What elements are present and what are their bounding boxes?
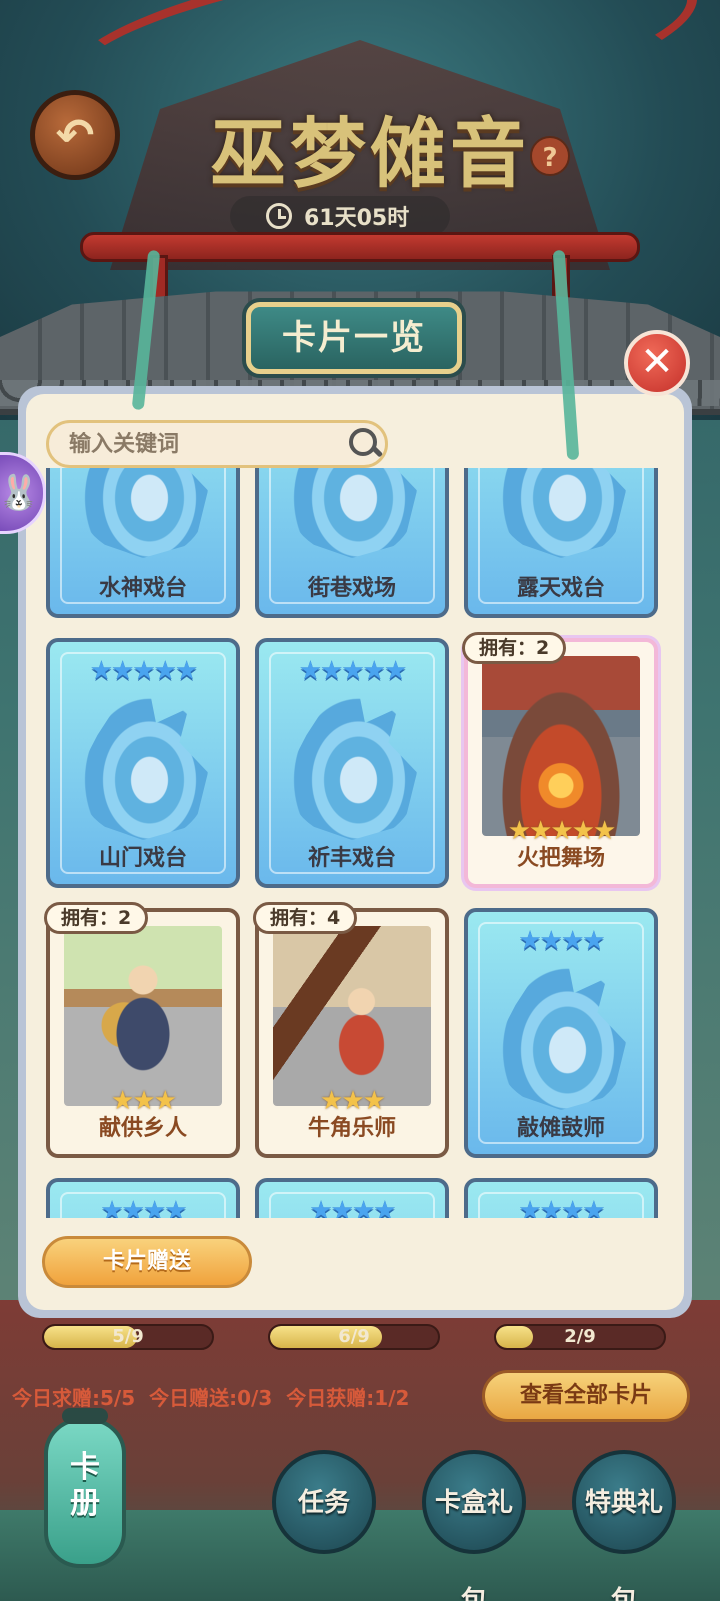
lantern-label-bottom: 册 (70, 1486, 100, 1521)
card-grid-viewport[interactable]: 水神戏台 街巷戏场 露天戏台 ★★★★★ 山门戏台 ★★★★★ 祈丰戏台 ★★★… (40, 468, 670, 1218)
stat-receive: 今日获赠:1/2 (286, 1386, 410, 1410)
help-button[interactable]: ? (530, 136, 570, 176)
star-rating: ★★★★ (309, 1196, 396, 1218)
card-huo-ba-wu-chang[interactable]: ★★★★★ 火把舞场 拥有：2 (462, 632, 658, 888)
clock-icon (266, 203, 292, 229)
card-name: 火把舞场 (516, 846, 605, 871)
star-rating: ★★★★ (518, 926, 605, 956)
stat-send: 今日赠送:0/3 (149, 1386, 273, 1410)
card-xian-gong-xiang-ren[interactable]: ★★★ 献供乡人 拥有：2 (44, 902, 240, 1158)
set-progress-2: 6/9 (268, 1324, 440, 1350)
set-progress-3: 2/9 (494, 1324, 666, 1350)
timer-text: 61天05时 (304, 206, 410, 231)
bunny-icon: 🐰 (0, 473, 41, 513)
search-input[interactable] (69, 431, 343, 457)
card-name: 山门戏台 (98, 846, 187, 871)
card-art-bonfire (482, 656, 640, 836)
card-name: 街巷戏场 (307, 576, 396, 601)
card-niu-jiao-yue-shi[interactable]: ★★★ 牛角乐师 拥有：4 (253, 902, 449, 1158)
event-title: 巫梦傩音 (210, 109, 530, 198)
owned-count-badge: 拥有：2 (462, 632, 567, 664)
star-rating: ★★★★ (100, 1196, 187, 1218)
close-icon: ✕ (640, 339, 674, 385)
set-progress-1: 5/9 (42, 1324, 214, 1350)
star-rating: ★★★★★ (298, 656, 408, 686)
card-locked-12[interactable]: ★★★★ (464, 1178, 658, 1218)
special-gift-button[interactable]: 特典礼包 (572, 1450, 676, 1601)
card-art-villager (64, 926, 222, 1106)
card-qiao-nuo-gu-shi[interactable]: ★★★★ 敲傩鼓师 (464, 908, 658, 1158)
card-qi-feng-xi-tai[interactable]: ★★★★★ 祈丰戏台 (255, 638, 449, 888)
back-button[interactable]: ↶ (30, 90, 120, 180)
card-art-horn-player (273, 926, 431, 1106)
search-bar[interactable] (46, 420, 388, 468)
card-shui-shen-xi-tai[interactable]: 水神戏台 (46, 468, 240, 618)
card-name: 水神戏台 (98, 576, 187, 601)
card-shan-men-xi-tai[interactable]: ★★★★★ 山门戏台 (46, 638, 240, 888)
star-rating: ★★★★★ (89, 656, 199, 686)
event-timer: 61天05时 (230, 196, 450, 236)
panel-title: 卡片一览 (246, 302, 462, 374)
card-name: 牛角乐师 (307, 1116, 396, 1141)
card-jie-xiang-xi-chang[interactable]: 街巷戏场 (255, 468, 449, 618)
lantern-label-top: 卡 (70, 1450, 100, 1485)
search-icon[interactable] (343, 422, 385, 466)
owned-count-badge: 拥有：4 (253, 902, 358, 934)
card-name: 祈丰戏台 (307, 846, 396, 871)
view-all-cards-button[interactable]: 查看全部卡片 (482, 1370, 690, 1422)
star-rating: ★★★★ (518, 1196, 605, 1218)
owned-count-badge: 拥有：2 (44, 902, 149, 934)
card-grid: 水神戏台 街巷戏场 露天戏台 ★★★★★ 山门戏台 ★★★★★ 祈丰戏台 ★★★… (44, 468, 670, 1218)
card-name: 敲傩鼓师 (516, 1116, 605, 1141)
card-gift-button[interactable]: 卡片赠送 (42, 1236, 252, 1288)
progress-text: 6/9 (338, 1326, 370, 1347)
card-name: 露天戏台 (516, 576, 605, 601)
progress-text: 5/9 (112, 1326, 144, 1347)
card-lu-tian-xi-tai[interactable]: 露天戏台 (464, 468, 658, 618)
close-button[interactable]: ✕ (624, 330, 690, 396)
card-box-gift-button[interactable]: 卡盒礼包 (422, 1450, 526, 1601)
task-button[interactable]: 任务 (272, 1450, 376, 1554)
card-name: 献供乡人 (98, 1116, 187, 1141)
back-arrow-icon: ↶ (55, 108, 95, 162)
card-locked-10[interactable]: ★★★★ (46, 1178, 240, 1218)
card-locked-11[interactable]: ★★★★ (255, 1178, 449, 1218)
card-album-lantern-button[interactable]: 卡 册 (44, 1408, 126, 1568)
progress-text: 2/9 (564, 1326, 596, 1347)
